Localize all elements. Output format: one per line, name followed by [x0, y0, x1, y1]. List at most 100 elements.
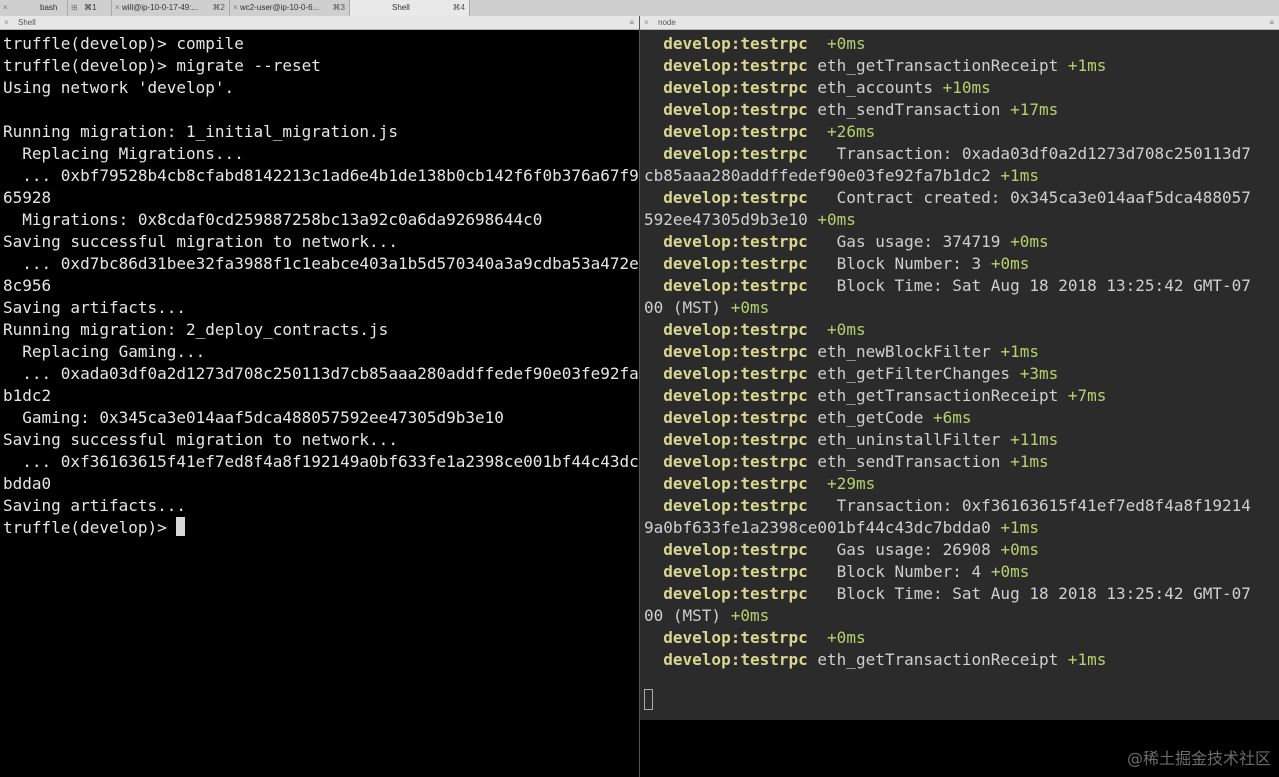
log-timing: +0ms [990, 254, 1030, 273]
log-tag: develop:testrpc [663, 650, 808, 669]
log-tag: develop:testrpc [663, 122, 808, 141]
log-timing: +0ms [1000, 540, 1039, 559]
terminal-line: Using network 'develop'. [3, 78, 235, 97]
log-line: develop:testrpc Transaction: 0xada03df0a… [644, 143, 1251, 165]
log-tag: develop:testrpc [663, 342, 808, 361]
log-timing: +0ms [730, 606, 770, 625]
log-timing: +1ms [1000, 518, 1039, 537]
tab-will[interactable]: × will@ip-10-0-17-49:... ⌘2 [112, 0, 230, 16]
log-line: develop:testrpc eth_uninstallFilter +11m… [644, 429, 1251, 451]
close-icon[interactable]: × [3, 0, 8, 16]
tab-shortcut-1[interactable]: ⊞ ⌘1 [68, 0, 112, 16]
log-timing: +0ms [990, 562, 1030, 581]
terminal-line: Saving successful migration to network..… [3, 430, 398, 449]
log-line: 00 (MST) +0ms [644, 297, 1251, 319]
text-cursor [644, 689, 653, 710]
terminal-line: Saving artifacts... [3, 298, 187, 317]
text-cursor [176, 517, 186, 536]
left-terminal[interactable]: truffle(develop)> compile truffle(develo… [0, 30, 648, 777]
log-message: eth_getFilterChanges [817, 364, 1011, 383]
log-message: eth_sendTransaction [817, 452, 1001, 471]
terminal-line: Saving artifacts... [3, 496, 187, 515]
log-message: eth_newBlockFilter [817, 342, 991, 361]
log-timing: +1ms [1010, 452, 1049, 471]
menu-icon[interactable]: ≡ [1269, 16, 1274, 30]
log-line: develop:testrpc +26ms [644, 121, 1251, 143]
log-timing: +0ms [730, 298, 770, 317]
log-tag: develop:testrpc [663, 540, 808, 559]
terminal-line: ... 0xd7bc86d31bee32fa3988f1c1eabce403a1… [3, 254, 649, 273]
tab-title: wc2-user@ip-10-0-6... [240, 3, 320, 12]
log-timing: +11ms [1010, 430, 1059, 449]
log-indent [644, 584, 663, 603]
log-indent [644, 122, 663, 141]
log-timing: +0ms [827, 320, 866, 339]
close-icon[interactable]: × [644, 16, 649, 30]
log-indent [644, 562, 663, 581]
log-tag: develop:testrpc [663, 78, 808, 97]
pane-title: Shell [18, 18, 36, 27]
terminal-line: b1dc2 [3, 386, 52, 405]
log-message: Block Time: Sat Aug 18 2018 13:25:42 GMT… [817, 584, 1251, 603]
log-timing: +0ms [827, 34, 866, 53]
log-message: Block Time: Sat Aug 18 2018 13:25:42 GMT… [817, 276, 1251, 295]
terminal-prompt: truffle(develop)> [3, 518, 177, 537]
log-line: develop:testrpc eth_newBlockFilter +1ms [644, 341, 1251, 363]
log-line: develop:testrpc Gas usage: 26908 +0ms [644, 539, 1251, 561]
tab-shortcut: ⌘4 [452, 3, 465, 12]
terminal-line: Running migration: 1_initial_migration.j… [3, 122, 398, 141]
log-message: eth_uninstallFilter [817, 430, 1001, 449]
terminal-line: ... 0xf36163615f41ef7ed8f4a8f192149a0bf6… [3, 452, 649, 471]
tab-shortcut: ⌘2 [212, 3, 225, 12]
log-tag: develop:testrpc [663, 584, 808, 603]
log-tag: develop:testrpc [663, 562, 808, 581]
log-tag: develop:testrpc [663, 144, 808, 163]
menu-icon[interactable]: ≡ [629, 16, 634, 30]
log-timing: +1ms [1000, 342, 1039, 361]
log-message: eth_getTransactionReceipt [817, 650, 1059, 669]
log-tag: develop:testrpc [663, 56, 808, 75]
right-terminal[interactable]: develop:testrpc +0ms develop:testrpc eth… [640, 30, 1279, 720]
log-line: develop:testrpc eth_sendTransaction +17m… [644, 99, 1251, 121]
log-indent [644, 386, 663, 405]
log-timing: +29ms [827, 474, 876, 493]
tab-ec2-user[interactable]: × wc2-user@ip-10-0-6... ⌘3 [230, 0, 350, 16]
terminal-line: Gaming: 0x345ca3e014aaf5dca488057592ee47… [3, 408, 504, 427]
close-icon[interactable]: × [115, 0, 120, 16]
close-icon[interactable]: × [233, 0, 238, 16]
log-tag: develop:testrpc [663, 474, 808, 493]
tab-bash[interactable]: × bash [0, 0, 68, 16]
log-message: 9a0bf633fe1a2398ce001bf44c43dc7bdda0 [644, 518, 991, 537]
close-icon[interactable]: × [4, 16, 9, 30]
log-tag: develop:testrpc [663, 364, 808, 383]
terminal-line: 8c956 [3, 276, 52, 295]
right-terminal-output: develop:testrpc +0ms develop:testrpc eth… [644, 33, 1251, 671]
log-message: Transaction: 0xada03df0a2d1273d708c25011… [817, 144, 1251, 163]
terminal-line: 65928 [3, 188, 52, 207]
log-tag: develop:testrpc [663, 254, 808, 273]
tab-shortcut: ⌘3 [332, 3, 345, 12]
log-line: develop:testrpc eth_getFilterChanges +3m… [644, 363, 1251, 385]
tab-shell[interactable]: Shell ⌘4 [350, 0, 470, 16]
log-message: Contract created: 0x345ca3e014aaf5dca488… [817, 188, 1251, 207]
log-timing: +10ms [942, 78, 991, 97]
log-indent [644, 628, 663, 647]
log-message: eth_sendTransaction [817, 100, 1001, 119]
terminal-prompt-line[interactable]: truffle(develop)> [3, 517, 648, 539]
terminal-line: bdda0 [3, 474, 52, 493]
left-pane-header: × Shell ≡ [0, 16, 639, 30]
pane-divider[interactable] [639, 16, 640, 777]
log-timing: +0ms [1010, 232, 1049, 251]
log-message: 00 (MST) [644, 606, 722, 625]
